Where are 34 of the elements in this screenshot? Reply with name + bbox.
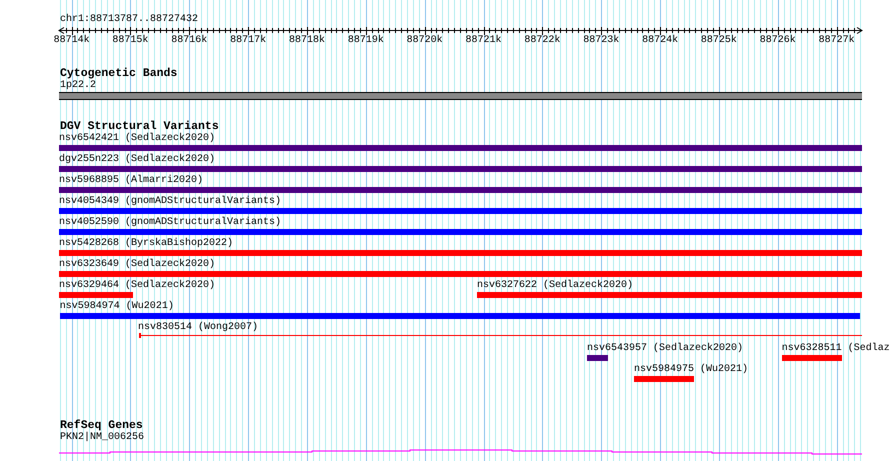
location-label: chr1:88713787..88727432 — [60, 14, 198, 26]
feature-label: nsv5968895 (Almarri2020) — [59, 175, 204, 186]
feature-label: nsv6543957 (Sedlazeck2020) — [586, 343, 743, 354]
tick-label: 88717k — [230, 35, 266, 47]
tick-label: 88721k — [466, 35, 502, 47]
track-title: DGV Structural Variants — [60, 121, 219, 133]
tick-label: 88723k — [583, 35, 620, 47]
tick-label: 88714k — [54, 35, 90, 47]
feature-label: nsv4054349 (gnomADStructuralVariants) — [59, 196, 282, 207]
tick-label: 88718k — [289, 35, 325, 47]
feature-label: dgv255n223 (Sedlazeck2020) — [59, 154, 216, 165]
tick-label: 88716k — [171, 35, 208, 47]
tick-label: 88726k — [760, 35, 796, 47]
feature-label: nsv6329464 (Sedlazeck2020) — [59, 280, 216, 291]
tick-label: 88727k — [818, 35, 855, 47]
feature-label: nsv830514 (Wong2007) — [138, 322, 258, 333]
tick-label: 88724k — [642, 35, 678, 47]
track-title: Cytogenetic Bands — [60, 68, 178, 80]
feature-label: nsv5428268 (ByrskaBishop2022) — [59, 238, 234, 249]
tick-label: 88722k — [524, 35, 560, 47]
feature-label: nsv4052590 (gnomADStructuralVariants) — [59, 217, 282, 228]
track-title: RefSeq Genes — [60, 420, 143, 432]
tick-label: 88720k — [406, 35, 443, 47]
feature-label: nsv6542421 (Sedlazeck2020) — [59, 133, 216, 144]
tick-label: 88725k — [700, 35, 737, 47]
tick-label: 88715k — [112, 35, 148, 47]
feature-label: nsv5984975 (Wu2021) — [634, 364, 748, 375]
gene-label: PKN2|NM_006256 — [60, 432, 144, 443]
feature-label: nsv6323649 (Sedlazeck2020) — [59, 259, 216, 270]
feature-label: nsv6328511 (Sedlaz — [782, 343, 890, 354]
feature-label: nsv6327622 (Sedlazeck2020) — [476, 280, 633, 291]
tick-label: 88719k — [348, 35, 384, 47]
band-label: 1p22.2 — [60, 80, 96, 91]
feature-label: nsv5984974 (Wu2021) — [60, 301, 174, 312]
